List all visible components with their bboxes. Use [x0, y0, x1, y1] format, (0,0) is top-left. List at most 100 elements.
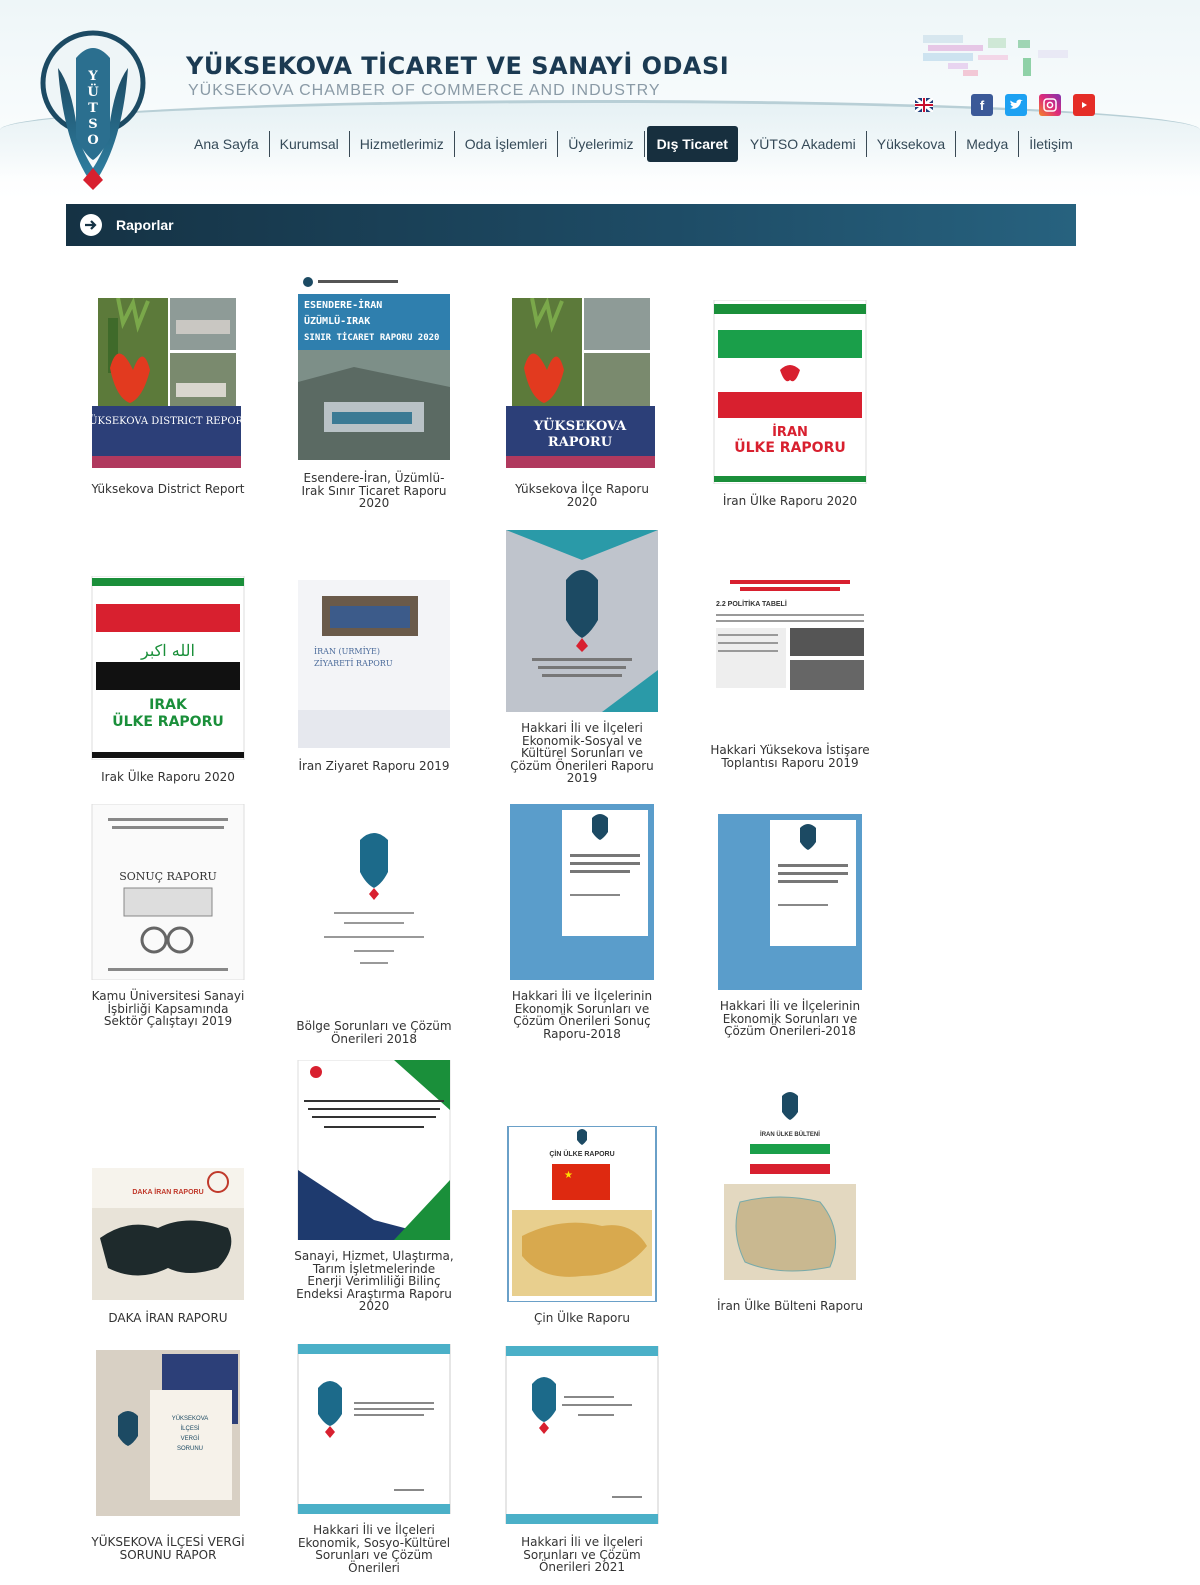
svg-text:İLÇESİ: İLÇESİ [180, 1425, 199, 1432]
nav-medya[interactable]: Medya [956, 131, 1020, 157]
report-card[interactable]: YÜKSEKOVA DISTRICT REPORT Yüksekova Dist… [88, 298, 248, 518]
report-cover: İRAN ÜLKE RAPORU [710, 300, 870, 484]
report-caption[interactable]: Hakkari İli ve İlçeleri Ekonomik-Sosyal … [502, 722, 662, 785]
report-card[interactable]: Hakkari İli ve İlçeleri Ekonomik-Sosyal … [502, 530, 662, 790]
nav-yuksekova[interactable]: Yüksekova [867, 131, 957, 157]
report-cover: SONUÇ RAPORU [88, 804, 248, 980]
report-card[interactable]: İRAN ÜLKE RAPORU İran Ülke Raporu 2020 [710, 300, 870, 520]
svg-text:DAKA İRAN RAPORU: DAKA İRAN RAPORU [132, 1188, 203, 1196]
report-caption[interactable]: Hakkari İli ve İlçeleri Ekonomik, Sosyo-… [294, 1524, 454, 1574]
report-caption[interactable]: Sanayi, Hizmet, Ulaştırma, Tarım İşletme… [294, 1250, 454, 1313]
report-card[interactable]: الله اكبر IRAK ÜLKE RAPORU Irak Ülke Rap… [88, 576, 248, 796]
language-icon[interactable] [915, 98, 933, 112]
report-caption[interactable]: DAKA İRAN RAPORU [88, 1312, 248, 1325]
site-title: YÜKSEKOVA TİCARET VE SANAYİ ODASI [186, 52, 730, 80]
report-cover [502, 530, 662, 712]
report-card[interactable]: DAKA İRAN RAPORU DAKA İRAN RAPORU [88, 1168, 248, 1328]
report-caption[interactable]: YÜKSEKOVA İLÇESİ VERGİ SORUNU RAPOR [88, 1536, 248, 1561]
main-navigation: Ana Sayfa Kurumsal Hizmetlerimiz Oda İşl… [184, 124, 1083, 164]
svg-text:ESENDERE-İRAN: ESENDERE-İRAN [304, 297, 382, 311]
report-caption[interactable]: Esendere-İran, Üzümlü-Irak Sınır Ticaret… [294, 472, 454, 510]
svg-text:İRAN (URMİYE): İRAN (URMİYE) [314, 647, 380, 656]
social-links: f [915, 94, 1095, 116]
youtube-icon[interactable] [1073, 94, 1095, 116]
nav-dis-ticaret[interactable]: Dış Ticaret [646, 126, 738, 162]
report-caption[interactable]: Hakkari İli ve İlçelerinin Ekonomik Soru… [502, 990, 662, 1040]
report-caption[interactable]: Kamu Üniversitesi Sanayi İşbirliği Kapsa… [88, 990, 248, 1028]
report-caption[interactable]: İran Ülke Raporu 2020 [710, 495, 870, 508]
report-caption[interactable]: Yüksekova District Report [88, 483, 248, 496]
cover-title: YÜKSEKOVA DISTRICT REPORT [88, 415, 248, 427]
report-caption[interactable]: Hakkari İli ve İlçelerinin Ekonomik Soru… [710, 1000, 870, 1038]
svg-text:IRAK: IRAK [149, 697, 188, 713]
report-cover: 2.2 POLİTİKA TABELİ [710, 576, 870, 704]
report-caption[interactable]: Irak Ülke Raporu 2020 [88, 771, 248, 784]
report-cover [294, 1344, 454, 1514]
panel-title: Raporlar [116, 217, 174, 233]
report-caption[interactable]: İran Ülke Bülteni Raporu [710, 1300, 870, 1313]
report-caption[interactable]: Çin Ülke Raporu [502, 1312, 662, 1325]
nav-iletisim[interactable]: İletişim [1019, 131, 1083, 157]
svg-text:ÇİN ÜLKE RAPORU: ÇİN ÜLKE RAPORU [549, 1149, 614, 1158]
report-caption[interactable]: İran Ziyaret Raporu 2019 [294, 760, 454, 773]
report-cover: İRAN (URMİYE) ZİYARETİ RAPORU [294, 580, 454, 748]
report-card[interactable]: İRAN ÜLKE BÜLTENİ İran Ülke Bülteni Rapo… [710, 1092, 870, 1332]
svg-text:★: ★ [564, 1170, 573, 1181]
report-card[interactable]: İRAN (URMİYE) ZİYARETİ RAPORU İran Ziyar… [294, 580, 454, 790]
report-cover [502, 1346, 662, 1524]
report-cover [294, 832, 454, 982]
report-card[interactable]: Sanayi, Hizmet, Ulaştırma, Tarım İşletme… [294, 1060, 454, 1330]
report-card[interactable]: Bölge Sorunları ve Çözüm Önerileri 2018 [294, 832, 454, 1045]
svg-text:ÜLKE RAPORU: ÜLKE RAPORU [734, 438, 846, 456]
report-card[interactable]: SONUÇ RAPORU Kamu Üniversitesi Sanayi İş… [88, 804, 248, 1044]
report-caption[interactable]: Hakkari Yüksekova İstişare Toplantısı Ra… [710, 744, 870, 769]
nav-oda-islemleri[interactable]: Oda İşlemleri [455, 131, 559, 157]
report-cover: İRAN ÜLKE BÜLTENİ [710, 1092, 870, 1288]
svg-text:RAPORU: RAPORU [548, 435, 613, 450]
nav-yutso-akademi[interactable]: YÜTSO Akademi [740, 131, 867, 157]
svg-text:İRAN ÜLKE BÜLTENİ: İRAN ÜLKE BÜLTENİ [760, 1131, 820, 1138]
report-cover: ÇİN ÜLKE RAPORU ★ [502, 1126, 662, 1302]
svg-text:T: T [88, 101, 98, 116]
report-card[interactable]: ÇİN ÜLKE RAPORU ★ Çin Ülke Raporu [502, 1126, 662, 1326]
cover-title: İRAN [772, 424, 808, 440]
svg-text:S: S [88, 117, 97, 132]
report-card[interactable]: ESENDERE-İRAN ÜZÜMLÜ-IRAK SINIR TİCARET … [294, 272, 454, 512]
report-card[interactable]: Hakkari İli ve İlçelerinin Ekonomik Soru… [502, 804, 662, 1044]
report-cover [502, 804, 662, 980]
report-cover: ESENDERE-İRAN ÜZÜMLÜ-IRAK SINIR TİCARET … [294, 272, 454, 462]
svg-text:Y: Y [87, 69, 98, 84]
nav-uyelerimiz[interactable]: Üyelerimiz [558, 131, 645, 157]
svg-text:SINIR TİCARET RAPORU 2020: SINIR TİCARET RAPORU 2020 [304, 332, 439, 343]
twitter-icon[interactable] [1005, 94, 1027, 116]
report-card[interactable]: YÜKSEKOVA RAPORU Yüksekova İlçe Raporu 2… [502, 298, 662, 518]
report-cover [294, 1060, 454, 1240]
svg-text:O: O [87, 133, 98, 148]
report-caption[interactable]: Yüksekova İlçe Raporu 2020 [502, 483, 662, 508]
report-card[interactable]: Hakkari İli ve İlçeleri Ekonomik, Sosyo-… [294, 1344, 454, 1585]
report-card[interactable]: 2.2 POLİTİKA TABELİ Hakkari Yüksekova İs… [710, 576, 870, 786]
report-cover: الله اكبر IRAK ÜLKE RAPORU [88, 576, 248, 760]
nav-kurumsal[interactable]: Kurumsal [270, 131, 350, 157]
report-card[interactable]: Hakkari İli ve İlçeleri Sorunları ve Çöz… [502, 1346, 662, 1585]
report-caption[interactable]: Bölge Sorunları ve Çözüm Önerileri 2018 [294, 1020, 454, 1045]
nav-hizmetlerimiz[interactable]: Hizmetlerimiz [350, 131, 455, 157]
report-card[interactable]: YÜKSEKOVA İLÇESİ VERGİ SORUNU YÜKSEKOVA … [88, 1350, 248, 1585]
panel-header: Raporlar [66, 204, 1076, 246]
cover-title: SONUÇ RAPORU [119, 870, 217, 883]
yutso-logo[interactable]: Y Ü T S O [28, 28, 158, 193]
report-card[interactable]: Hakkari İli ve İlçelerinin Ekonomik Soru… [710, 814, 870, 1044]
report-cover: YÜKSEKOVA İLÇESİ VERGİ SORUNU [88, 1350, 248, 1516]
svg-text:الله اكبر: الله اكبر [140, 641, 195, 660]
svg-text:2.2 POLİTİKA TABELİ: 2.2 POLİTİKA TABELİ [716, 600, 787, 608]
report-caption[interactable]: Hakkari İli ve İlçeleri Sorunları ve Çöz… [502, 1536, 662, 1574]
report-cover: DAKA İRAN RAPORU [88, 1168, 248, 1300]
nav-ana-sayfa[interactable]: Ana Sayfa [184, 131, 270, 157]
instagram-icon[interactable] [1039, 94, 1061, 116]
svg-text:YÜKSEKOVA: YÜKSEKOVA [172, 1415, 209, 1422]
arrow-right-icon [80, 214, 102, 236]
svg-text:SORUNU: SORUNU [177, 1446, 203, 1452]
reports-panel: Raporlar YÜKSEKOVA DISTRICT REPORT Yükse… [66, 204, 1076, 1585]
facebook-icon[interactable]: f [971, 94, 993, 116]
svg-text:ÜLKE RAPORU: ÜLKE RAPORU [112, 712, 224, 730]
